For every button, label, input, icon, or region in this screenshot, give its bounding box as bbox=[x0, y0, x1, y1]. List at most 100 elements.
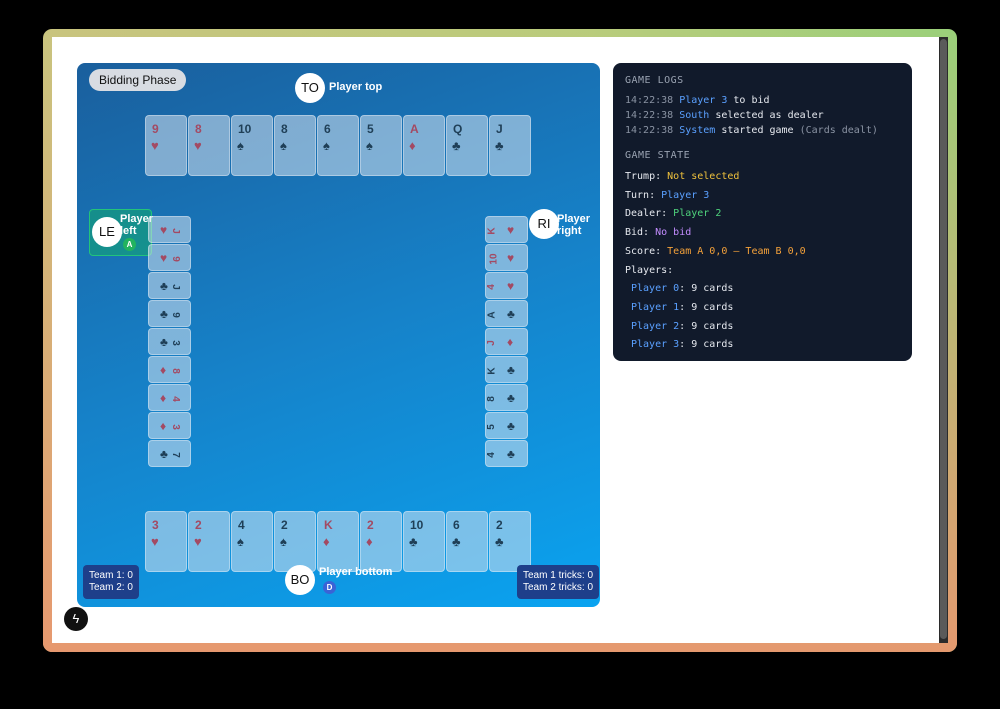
card-right-3[interactable]: A ♣ bbox=[485, 300, 528, 327]
card-right-1[interactable]: 10 ♥ bbox=[485, 244, 528, 271]
card-left-1[interactable]: 9 ♥ bbox=[148, 244, 191, 271]
card-h-bottom-7[interactable]: 6 ♣ bbox=[446, 511, 488, 572]
card-h-top-4[interactable]: 6 ♠ bbox=[317, 115, 359, 176]
card-rank: A bbox=[486, 311, 498, 319]
score-value: Team A 0,0 – Team B 0,0 bbox=[667, 245, 806, 257]
bid-row: Bid: No bid bbox=[625, 224, 900, 243]
log-segment: selected as dealer bbox=[709, 110, 824, 121]
card-h-bottom-4[interactable]: K ♦ bbox=[317, 511, 359, 572]
card-suit-icon: ♦ bbox=[160, 419, 167, 433]
log-segment: 14:22:38 bbox=[625, 110, 680, 121]
log-segment: System bbox=[679, 125, 716, 136]
player-top-avatar[interactable]: TO bbox=[295, 73, 325, 103]
card-rank: 2 bbox=[496, 518, 503, 532]
card-left-7[interactable]: 3 ♦ bbox=[148, 412, 191, 439]
card-h-bottom-2[interactable]: 4 ♠ bbox=[231, 511, 273, 572]
card-rank: 3 bbox=[152, 518, 159, 532]
scrollbar[interactable] bbox=[939, 37, 948, 643]
player-top-name: Player top bbox=[329, 81, 383, 93]
card-suit-icon: ♣ bbox=[507, 307, 515, 321]
card-rank: 3 bbox=[169, 424, 181, 430]
player-right-avatar[interactable]: RI bbox=[529, 209, 559, 239]
card-h-top-3[interactable]: 8 ♠ bbox=[274, 115, 316, 176]
card-left-4[interactable]: 3 ♣ bbox=[148, 328, 191, 355]
card-rank: 3 bbox=[169, 340, 181, 346]
card-h-bottom-8[interactable]: 2 ♣ bbox=[489, 511, 531, 572]
player-bottom-name: Player bottom bbox=[319, 566, 393, 578]
player-list-cards: : 9 cards bbox=[679, 301, 734, 313]
card-right-7[interactable]: 5 ♣ bbox=[485, 412, 528, 439]
card-right-4[interactable]: J ♦ bbox=[485, 328, 528, 355]
card-left-6[interactable]: 4 ♦ bbox=[148, 384, 191, 411]
card-rank: K bbox=[486, 367, 498, 375]
player-list-item: Player 2: 9 cards bbox=[625, 318, 900, 337]
card-h-top-1[interactable]: 8 ♥ bbox=[188, 115, 230, 176]
bid-value: No bid bbox=[655, 227, 692, 239]
card-h-bottom-5[interactable]: 2 ♦ bbox=[360, 511, 402, 572]
log-line: 14:22:38 Player 3 to bid bbox=[625, 93, 900, 108]
card-h-top-0[interactable]: 9 ♥ bbox=[145, 115, 187, 176]
card-h-top-8[interactable]: J ♣ bbox=[489, 115, 531, 176]
card-left-5[interactable]: 8 ♦ bbox=[148, 356, 191, 383]
card-suit-icon: ♥ bbox=[151, 138, 159, 153]
card-h-top-2[interactable]: 10 ♠ bbox=[231, 115, 273, 176]
dealer-value: Player 2 bbox=[673, 208, 722, 220]
card-left-0[interactable]: J ♥ bbox=[148, 216, 191, 243]
card-suit-icon: ♣ bbox=[160, 447, 168, 461]
card-h-bottom-0[interactable]: 3 ♥ bbox=[145, 511, 187, 572]
players-label: Players: bbox=[625, 264, 674, 276]
player-left-avatar[interactable]: LE bbox=[92, 217, 122, 247]
card-left-3[interactable]: 9 ♣ bbox=[148, 300, 191, 327]
card-rank: J bbox=[169, 228, 181, 234]
card-suit-icon: ♠ bbox=[280, 534, 287, 549]
team1-score: Team 1: 0 bbox=[89, 570, 133, 581]
card-right-6[interactable]: 8 ♣ bbox=[485, 384, 528, 411]
trump-label: Trump: bbox=[625, 171, 668, 182]
game-board: Bidding Phase TO Player top 9 ♥ 8 ♥ 10 ♠ 8 ♠ 6 ♠ 5… bbox=[77, 63, 600, 607]
card-rank: 4 bbox=[485, 284, 497, 290]
scrollbar-thumb[interactable] bbox=[940, 39, 947, 639]
card-h-top-7[interactable]: Q ♣ bbox=[446, 115, 488, 176]
card-left-2[interactable]: J ♣ bbox=[148, 272, 191, 299]
card-h-bottom-3[interactable]: 2 ♠ bbox=[274, 511, 316, 572]
card-suit-icon: ♣ bbox=[452, 534, 461, 549]
phase-badge: Bidding Phase bbox=[89, 69, 187, 91]
card-rank: 10 bbox=[488, 253, 500, 265]
card-h-top-6[interactable]: A ♦ bbox=[403, 115, 445, 176]
card-rank: 2 bbox=[195, 518, 202, 532]
card-rank: 6 bbox=[453, 518, 460, 532]
card-suit-icon: ♠ bbox=[237, 534, 244, 549]
log-line: 14:22:38 System started game (Cards deal… bbox=[625, 123, 900, 138]
card-h-bottom-6[interactable]: 10 ♣ bbox=[403, 511, 445, 572]
card-suit-icon: ♣ bbox=[452, 138, 461, 153]
player-bottom-role-badge: D bbox=[323, 581, 336, 594]
card-h-top-5[interactable]: 5 ♠ bbox=[360, 115, 402, 176]
turn-label: Turn: bbox=[625, 189, 662, 201]
dealer-row: Dealer: Player 2 bbox=[625, 205, 900, 224]
card-right-5[interactable]: K ♣ bbox=[485, 356, 528, 383]
card-rank: 9 bbox=[169, 256, 181, 262]
card-rank: J bbox=[169, 284, 181, 290]
card-suit-icon: ♣ bbox=[507, 447, 515, 461]
lightning-bolt-icon[interactable]: ϟ bbox=[64, 607, 88, 631]
card-right-2[interactable]: 4 ♥ bbox=[485, 272, 528, 299]
card-suit-icon: ♥ bbox=[507, 223, 515, 237]
card-rank: 2 bbox=[367, 518, 374, 532]
player-list-name: Player 2 bbox=[631, 320, 680, 332]
card-rank: J bbox=[485, 340, 497, 346]
team1-tricks: Team 1 tricks: 0 bbox=[523, 570, 594, 581]
card-h-bottom-1[interactable]: 2 ♥ bbox=[188, 511, 230, 572]
player-list-name: Player 3 bbox=[631, 339, 680, 351]
log-segment: (Cards dealt) bbox=[799, 125, 878, 136]
card-right-8[interactable]: 4 ♣ bbox=[485, 440, 528, 467]
player-list-name: Player 0 bbox=[631, 283, 680, 295]
card-suit-icon: ♦ bbox=[366, 534, 373, 549]
card-left-8[interactable]: 7 ♣ bbox=[148, 440, 191, 467]
player-bottom-avatar[interactable]: BO bbox=[285, 565, 315, 595]
card-rank: 8 bbox=[169, 368, 181, 374]
info-panel: GAME LOGS 14:22:38 Player 3 to bid 14:22:… bbox=[613, 63, 912, 361]
card-right-0[interactable]: K ♥ bbox=[485, 216, 528, 243]
card-suit-icon: ♣ bbox=[160, 279, 168, 293]
card-rank: 7 bbox=[169, 452, 181, 458]
log-segment: Player 3 bbox=[679, 95, 728, 106]
